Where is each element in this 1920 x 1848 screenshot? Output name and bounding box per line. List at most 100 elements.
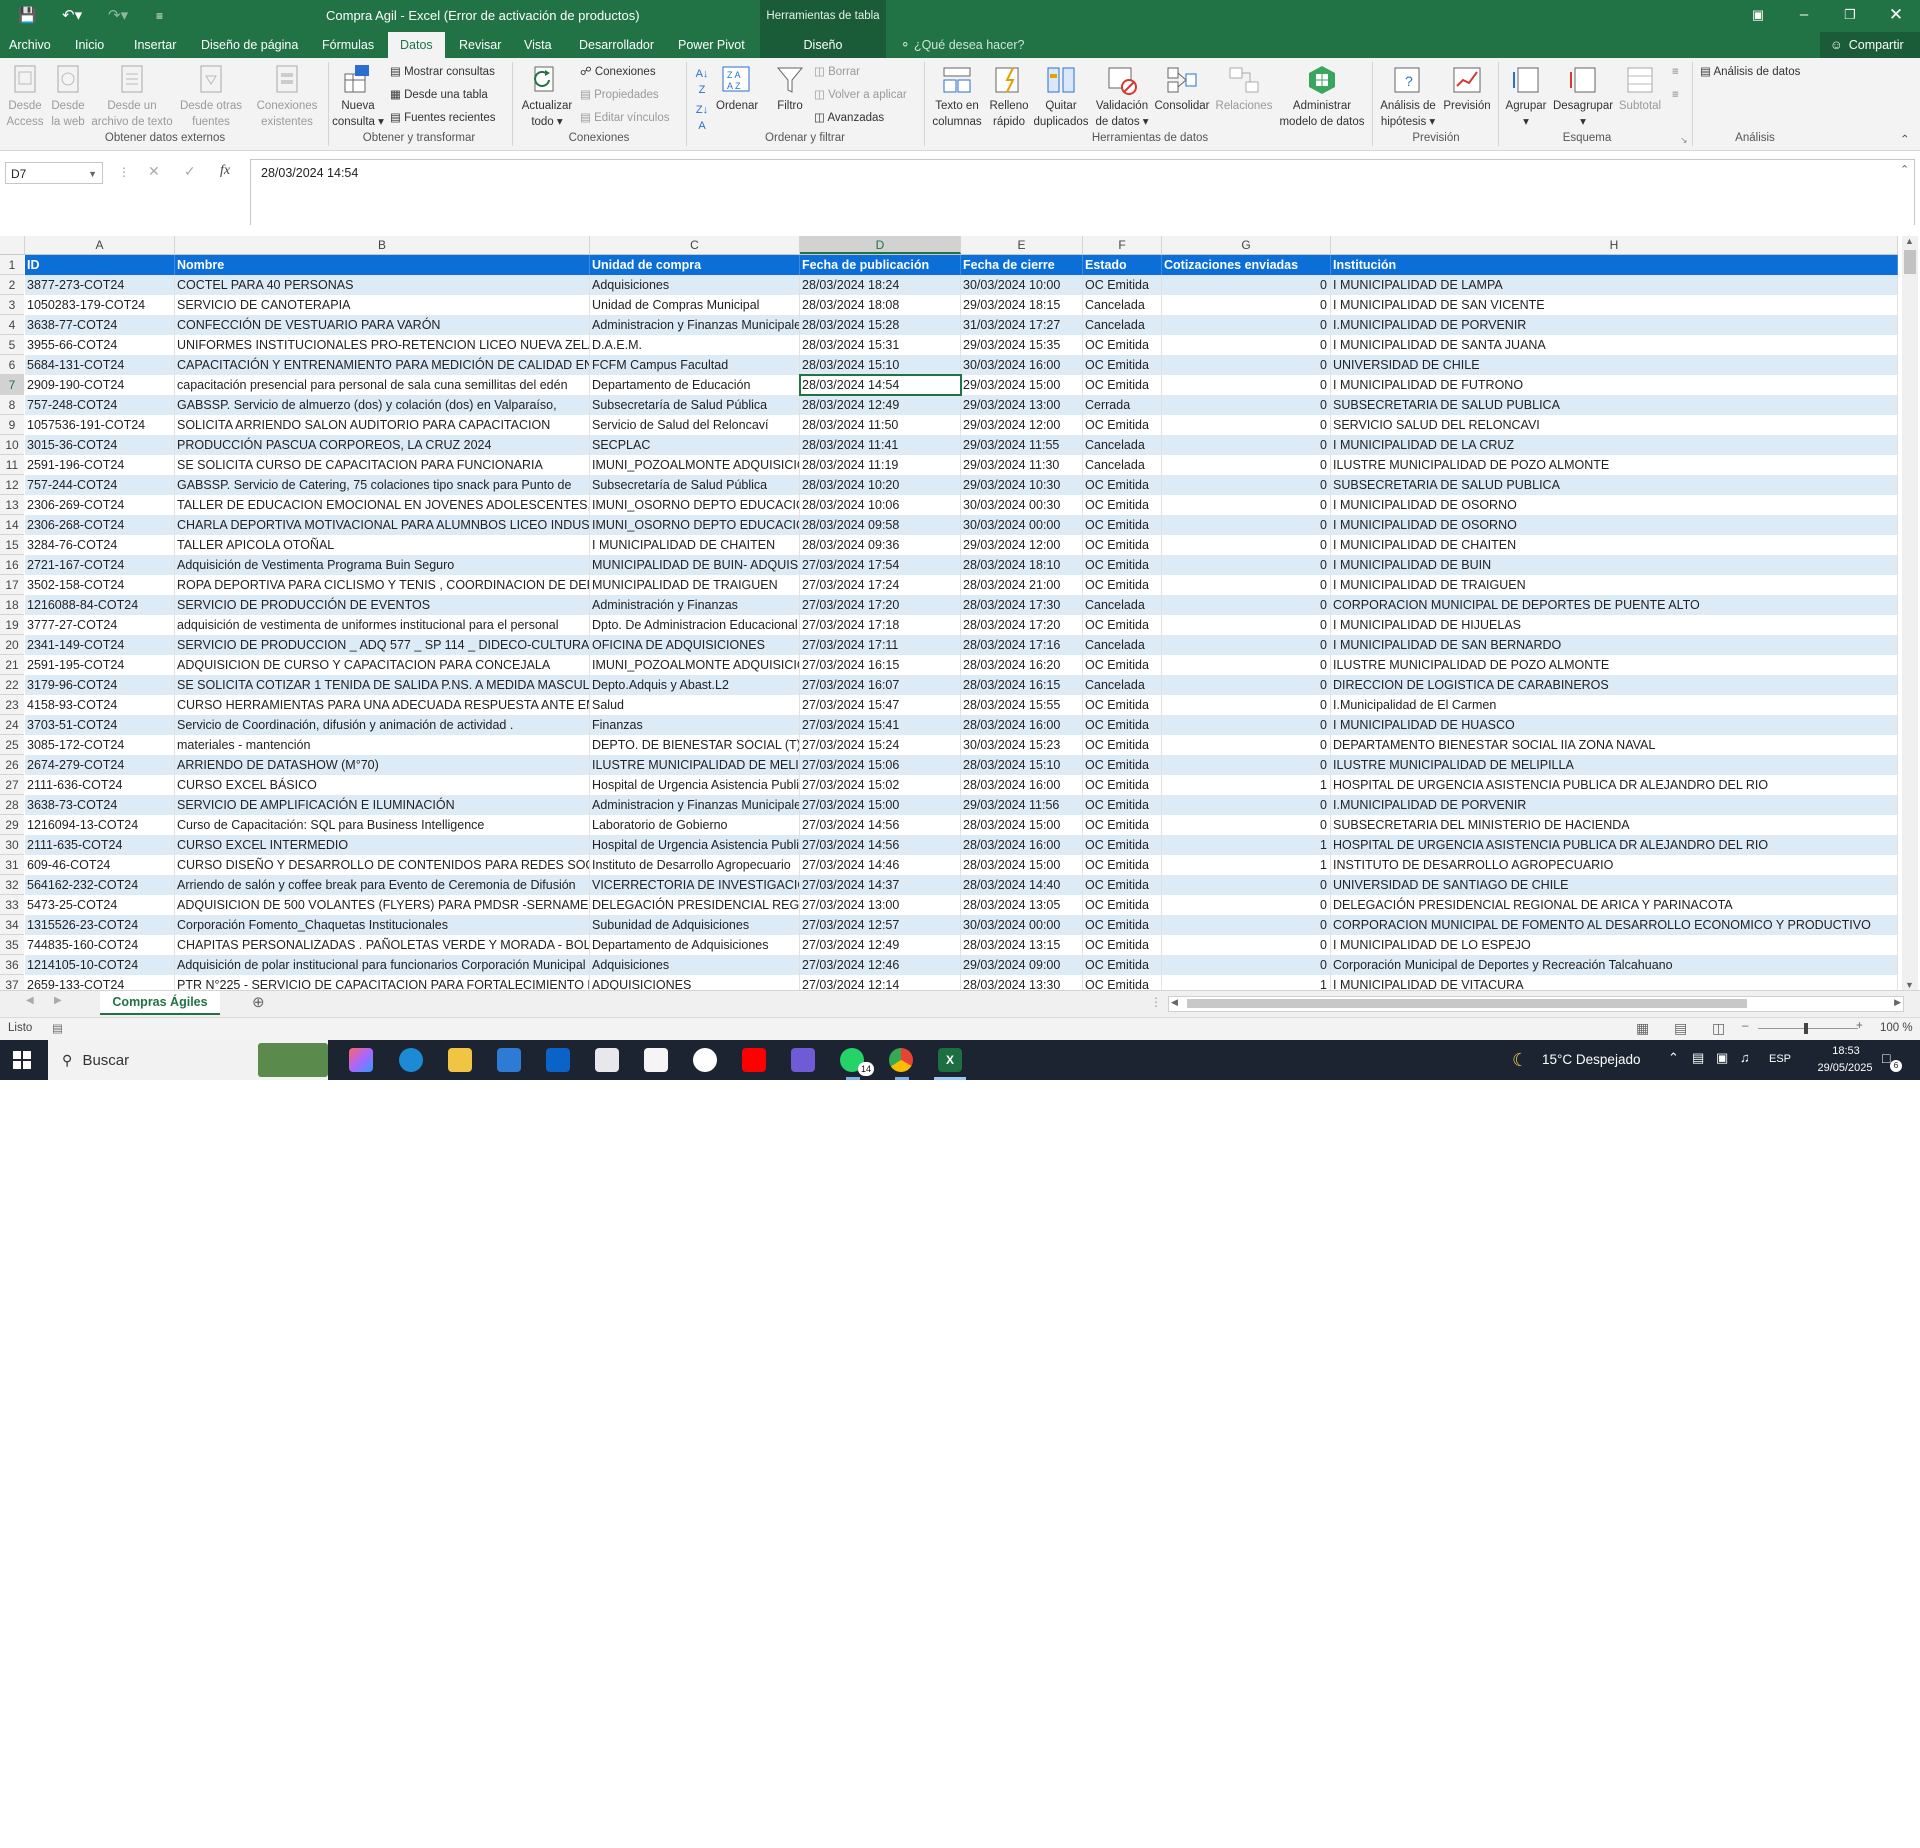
row-header[interactable]: 27 bbox=[0, 775, 24, 795]
row-header[interactable]: 11 bbox=[0, 455, 24, 475]
network-icon[interactable]: ▣ bbox=[1716, 1050, 1728, 1066]
subtotal-button[interactable]: Subtotal bbox=[1616, 64, 1664, 114]
table-cell[interactable]: Subsecretaría de Salud Pública bbox=[590, 395, 800, 415]
table-cell[interactable]: 28/03/2024 09:36 bbox=[800, 535, 961, 555]
table-cell[interactable]: Arriendo de salón y coffee break para Ev… bbox=[175, 875, 590, 895]
tab-archivo[interactable]: Archivo bbox=[9, 32, 51, 58]
table-cell[interactable]: IMUNI_POZOALMONTE ADQUISICIONES bbox=[590, 655, 800, 675]
table-cell[interactable]: Instituto de Desarrollo Agropecuario bbox=[590, 855, 800, 875]
table-cell[interactable]: DEPARTAMENTO BIENESTAR SOCIAL IIA ZONA N… bbox=[1331, 735, 1898, 755]
row-header[interactable]: 34 bbox=[0, 915, 24, 935]
redo-icon[interactable]: ↷▾ bbox=[108, 6, 128, 24]
table-cell[interactable]: 27/03/2024 14:56 bbox=[800, 815, 961, 835]
volume-icon[interactable]: ♫ bbox=[1740, 1050, 1750, 1065]
row-header[interactable]: 2 bbox=[0, 275, 24, 295]
table-cell[interactable]: CONFECCIÓN DE VESTUARIO PARA VARÓN bbox=[175, 315, 590, 335]
table-cell[interactable]: 0 bbox=[1162, 415, 1331, 435]
table-cell[interactable]: 0 bbox=[1162, 735, 1331, 755]
row-header[interactable]: 7 bbox=[0, 375, 24, 395]
table-cell[interactable]: 757-244-COT24 bbox=[25, 475, 175, 495]
notepad-icon[interactable] bbox=[644, 1048, 668, 1072]
table-cell[interactable]: 29/03/2024 10:30 bbox=[961, 475, 1083, 495]
media-app-icon[interactable] bbox=[791, 1048, 815, 1072]
table-cell[interactable]: 3777-27-COT24 bbox=[25, 615, 175, 635]
table-cell[interactable]: OC Emitida bbox=[1083, 655, 1162, 675]
table-cell[interactable]: SERVICIO DE PRODUCCION _ ADQ 577 _ SP 11… bbox=[175, 635, 590, 655]
table-cell[interactable]: ADQUISICION DE 500 VOLANTES (FLYERS) PAR… bbox=[175, 895, 590, 915]
table-cell[interactable]: CHARLA DEPORTIVA MOTIVACIONAL PARA ALUMN… bbox=[175, 515, 590, 535]
table-cell[interactable]: Cancelada bbox=[1083, 595, 1162, 615]
table-cell[interactable]: Finanzas bbox=[590, 715, 800, 735]
table-cell[interactable]: Cancelada bbox=[1083, 315, 1162, 335]
horizontal-scroll-thumb[interactable] bbox=[1187, 999, 1747, 1008]
table-cell[interactable]: ARRIENDO DE DATASHOW (M°70) bbox=[175, 755, 590, 775]
table-cell[interactable]: OC Emitida bbox=[1083, 535, 1162, 555]
table-cell[interactable]: 2674-279-COT24 bbox=[25, 755, 175, 775]
table-cell[interactable]: SUBSECRETARIA DE SALUD PUBLICA bbox=[1331, 395, 1898, 415]
table-cell[interactable]: 28/03/2024 15:00 bbox=[961, 815, 1083, 835]
add-sheet-icon[interactable]: ⊕ bbox=[252, 993, 265, 1011]
table-cell[interactable]: IMUNI_OSORNO DEPTO EDUCACION bbox=[590, 495, 800, 515]
row-header[interactable]: 9 bbox=[0, 415, 24, 435]
store-icon[interactable] bbox=[497, 1048, 521, 1072]
table-cell[interactable]: 30/03/2024 00:00 bbox=[961, 515, 1083, 535]
table-cell[interactable]: Adquisición de polar institucional para … bbox=[175, 955, 590, 975]
table-cell[interactable]: 0 bbox=[1162, 895, 1331, 915]
relaciones-button[interactable]: Relaciones bbox=[1214, 64, 1274, 114]
table-cell[interactable]: SUBSECRETARIA DE SALUD PUBLICA bbox=[1331, 475, 1898, 495]
table-cell[interactable]: DELEGACIÓN PRESIDENCIAL REGIONAL DE ARIC… bbox=[1331, 895, 1898, 915]
table-cell[interactable]: 609-46-COT24 bbox=[25, 855, 175, 875]
table-cell[interactable]: VICERRECTORIA DE INVESTIGACION bbox=[590, 875, 800, 895]
table-cell[interactable]: Cancelada bbox=[1083, 435, 1162, 455]
table-cell[interactable]: 27/03/2024 12:14 bbox=[800, 975, 961, 990]
table-cell[interactable]: 0 bbox=[1162, 915, 1331, 935]
table-cell[interactable]: 564162-232-COT24 bbox=[25, 875, 175, 895]
table-cell[interactable]: 28/03/2024 12:49 bbox=[800, 395, 961, 415]
table-cell[interactable]: 0 bbox=[1162, 575, 1331, 595]
table-cell[interactable]: 0 bbox=[1162, 815, 1331, 835]
table-cell[interactable]: I MUNICIPALIDAD DE BUIN bbox=[1331, 555, 1898, 575]
vertical-scroll-thumb[interactable] bbox=[1904, 250, 1916, 274]
ordenar-button[interactable]: Z AA Z Ordenar bbox=[716, 64, 758, 114]
row-header[interactable]: 22 bbox=[0, 675, 24, 695]
table-cell[interactable]: CURSO EXCEL INTERMEDIO bbox=[175, 835, 590, 855]
chrome-icon[interactable] bbox=[889, 1048, 913, 1072]
row-header[interactable]: 26 bbox=[0, 755, 24, 775]
table-cell[interactable]: OC Emitida bbox=[1083, 695, 1162, 715]
enter-icon[interactable]: ✓ bbox=[184, 163, 196, 180]
table-cell[interactable]: 0 bbox=[1162, 515, 1331, 535]
table-cell[interactable]: 2111-636-COT24 bbox=[25, 775, 175, 795]
table-cell[interactable]: 27/03/2024 15:00 bbox=[800, 795, 961, 815]
table-cell[interactable]: ILUSTRE MUNICIPALIDAD DE POZO ALMONTE bbox=[1331, 455, 1898, 475]
table-cell[interactable]: 0 bbox=[1162, 355, 1331, 375]
table-cell[interactable]: OC Emitida bbox=[1083, 955, 1162, 975]
column-header-a[interactable]: A bbox=[25, 236, 175, 254]
table-cell[interactable]: 28/03/2024 16:20 bbox=[961, 655, 1083, 675]
table-cell[interactable]: GABSSP. Servicio de Catering, 75 colacio… bbox=[175, 475, 590, 495]
tab-power-pivot[interactable]: Power Pivot bbox=[678, 32, 745, 58]
google-icon[interactable] bbox=[693, 1048, 717, 1072]
table-cell[interactable]: ILUSTRE MUNICIPALIDAD DE POZO ALMONTE bbox=[1331, 655, 1898, 675]
table-cell[interactable]: OC Emitida bbox=[1083, 515, 1162, 535]
next-sheet-icon[interactable]: ▶ bbox=[54, 995, 62, 1006]
insert-function-icon[interactable]: fx bbox=[220, 163, 230, 179]
table-cell[interactable]: 3955-66-COT24 bbox=[25, 335, 175, 355]
table-cell[interactable]: Laboratorio de Gobierno bbox=[590, 815, 800, 835]
table-cell[interactable]: 0 bbox=[1162, 675, 1331, 695]
table-cell[interactable]: OC Emitida bbox=[1083, 475, 1162, 495]
table-cell[interactable]: 27/03/2024 12:49 bbox=[800, 935, 961, 955]
row-header[interactable]: 32 bbox=[0, 875, 24, 895]
table-cell[interactable]: CHAPITAS PERSONALIZADAS . PAÑOLETAS VERD… bbox=[175, 935, 590, 955]
table-cell[interactable]: I MUNICIPALIDAD DE LAMPA bbox=[1331, 275, 1898, 295]
table-cell[interactable]: Corporación Municipal de Deportes y Recr… bbox=[1331, 955, 1898, 975]
table-cell[interactable]: 1216088-84-COT24 bbox=[25, 595, 175, 615]
table-cell[interactable]: Curso de Capacitación: SQL para Business… bbox=[175, 815, 590, 835]
table-cell[interactable]: 28/03/2024 11:19 bbox=[800, 455, 961, 475]
table-cell[interactable]: GABSSP. Servicio de almuerzo (dos) y col… bbox=[175, 395, 590, 415]
table-cell[interactable]: 28/03/2024 11:50 bbox=[800, 415, 961, 435]
agrupar-button[interactable]: Agrupar ▾ bbox=[1502, 64, 1550, 130]
row-header[interactable]: 8 bbox=[0, 395, 24, 415]
tab-insertar[interactable]: Insertar bbox=[134, 32, 176, 58]
table-cell[interactable]: Cerrada bbox=[1083, 395, 1162, 415]
table-cell[interactable]: 28/03/2024 17:30 bbox=[961, 595, 1083, 615]
